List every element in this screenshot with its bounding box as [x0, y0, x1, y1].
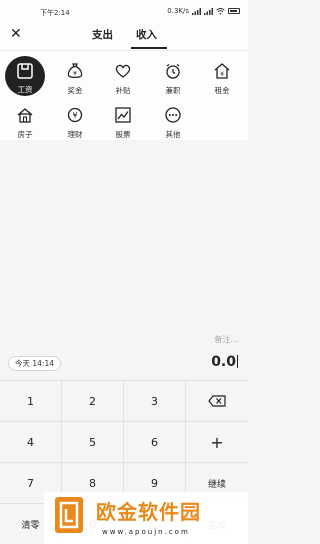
- wifi-icon: [216, 7, 225, 15]
- battery-icon: [228, 8, 240, 14]
- key-5[interactable]: 5: [62, 422, 124, 463]
- category-label: 房子: [17, 130, 33, 139]
- watermark-title: 欧金软件园: [96, 500, 201, 524]
- category-stocks[interactable]: 股票: [103, 103, 143, 145]
- trend-chart-icon: [115, 107, 131, 123]
- category-other[interactable]: 其他: [153, 103, 193, 145]
- key-plus[interactable]: +: [186, 422, 248, 463]
- active-tab-indicator: [131, 47, 167, 49]
- more-icon: [165, 107, 181, 123]
- heart-icon: [115, 64, 131, 78]
- amount-value: 0.0: [211, 354, 236, 370]
- date-chip[interactable]: 今天 14:14: [8, 356, 61, 371]
- key-2[interactable]: 2: [62, 381, 124, 422]
- category-allowance[interactable]: 补贴: [103, 59, 143, 101]
- header-divider: [0, 50, 248, 51]
- salary-icon: [17, 63, 33, 79]
- backspace-icon: [208, 395, 226, 407]
- text-cursor: [237, 355, 238, 368]
- category-label: 其他: [165, 130, 181, 139]
- category-label: 补贴: [115, 86, 131, 95]
- category-house[interactable]: 房子: [5, 103, 45, 145]
- signal-icon-2: [204, 7, 213, 15]
- category-label: 兼职: [165, 86, 181, 95]
- header: ✕ 支出 收入: [0, 22, 248, 50]
- note-input[interactable]: 备注...: [214, 334, 238, 345]
- category-label: 股票: [115, 130, 131, 139]
- svg-text:¥: ¥: [73, 71, 77, 78]
- key-3[interactable]: 3: [124, 381, 186, 422]
- category-label: 租金: [214, 86, 230, 95]
- watermark: 欧金软件园 www.apoujn.com: [44, 492, 248, 544]
- key-1[interactable]: 1: [0, 381, 62, 422]
- close-icon[interactable]: ✕: [10, 26, 22, 42]
- clock-icon: [166, 63, 180, 79]
- money-bag-icon: ¥: [67, 63, 83, 79]
- key-4[interactable]: 4: [0, 422, 62, 463]
- amount-display: 0.0: [211, 354, 238, 370]
- house-price-icon: ¥: [214, 63, 230, 79]
- house-icon: [17, 108, 33, 123]
- svg-text:¥: ¥: [220, 71, 224, 78]
- tab-income[interactable]: 收入: [136, 27, 157, 42]
- key-6[interactable]: 6: [124, 422, 186, 463]
- category-label: 工资: [17, 85, 33, 94]
- watermark-url: www.apoujn.com: [102, 528, 190, 536]
- category-parttime[interactable]: 兼职: [153, 59, 193, 101]
- status-indicators: 0.3K/s: [167, 7, 240, 15]
- category-finance[interactable]: ¥ 理财: [55, 103, 95, 145]
- status-bar: 下午2:14 0.3K/s: [0, 0, 248, 20]
- signal-icon: [192, 7, 201, 15]
- key-backspace[interactable]: [186, 381, 248, 422]
- category-label: 理财: [67, 130, 83, 139]
- network-speed: 0.3K/s: [167, 7, 189, 15]
- watermark-logo: [55, 497, 83, 533]
- yen-coin-icon: ¥: [67, 107, 83, 123]
- category-bonus[interactable]: ¥ 奖金: [55, 59, 95, 101]
- status-time: 下午2:14: [40, 9, 70, 17]
- category-salary[interactable]: 工资: [5, 56, 45, 101]
- category-rent[interactable]: ¥ 租金: [202, 59, 242, 101]
- tab-expense[interactable]: 支出: [92, 27, 113, 42]
- category-label: 奖金: [67, 86, 83, 95]
- svg-text:¥: ¥: [72, 111, 77, 120]
